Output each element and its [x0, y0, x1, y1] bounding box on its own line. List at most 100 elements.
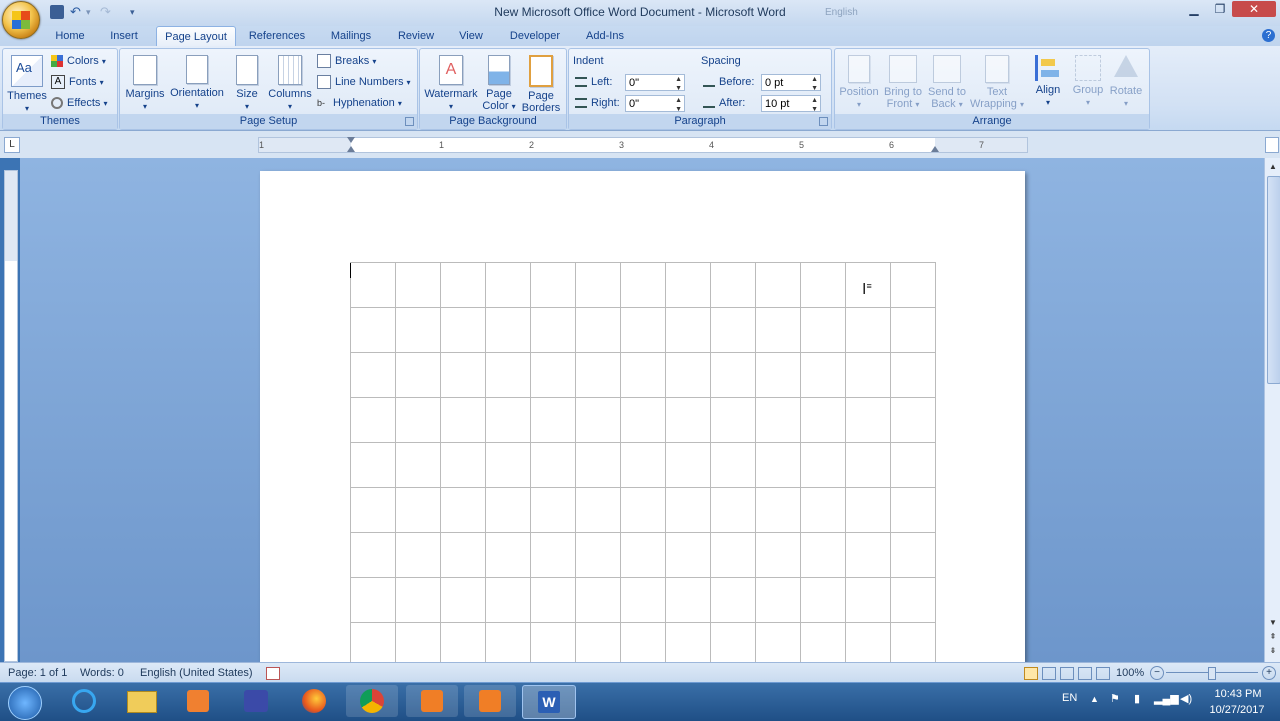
rotate-button[interactable]: Rotate ▾: [1107, 55, 1145, 110]
table-cell[interactable]: [665, 442, 711, 488]
table-cell[interactable]: [890, 577, 936, 623]
table-cell[interactable]: [575, 397, 621, 443]
align-button[interactable]: Align ▾: [1029, 55, 1067, 109]
table-cell[interactable]: [755, 622, 801, 662]
table-cell[interactable]: [755, 397, 801, 443]
table-cell[interactable]: [620, 352, 666, 398]
table-cell[interactable]: [620, 397, 666, 443]
office-button[interactable]: [2, 1, 40, 39]
document-table[interactable]: [350, 262, 936, 662]
table-cell[interactable]: [755, 487, 801, 533]
columns-button[interactable]: Columns ▾: [267, 55, 313, 113]
table-cell[interactable]: [620, 487, 666, 533]
network-icon[interactable]: ▂▄▆: [1154, 692, 1179, 705]
tab-insert[interactable]: Insert: [104, 26, 144, 46]
indent-right-input[interactable]: 0" ▲ ▼: [625, 95, 685, 113]
table-cell[interactable]: [440, 487, 486, 533]
table-cell[interactable]: [530, 352, 576, 398]
table-cell[interactable]: [620, 262, 666, 308]
redo-icon[interactable]: ↷: [100, 5, 130, 19]
table-cell[interactable]: [485, 442, 531, 488]
page-count-status[interactable]: Page: 1 of 1: [8, 663, 67, 683]
table-cell[interactable]: [665, 532, 711, 578]
vertical-ruler[interactable]: [4, 170, 18, 662]
table-cell[interactable]: [395, 307, 441, 353]
table-cell[interactable]: [440, 532, 486, 578]
taskbar-chrome[interactable]: [346, 685, 398, 717]
full-screen-reading-icon[interactable]: [1042, 667, 1056, 680]
page-color-button[interactable]: Page Color ▾: [480, 55, 518, 113]
table-cell[interactable]: [440, 352, 486, 398]
table-cell[interactable]: [665, 262, 711, 308]
table-cell[interactable]: [575, 307, 621, 353]
table-cell[interactable]: [800, 487, 846, 533]
table-cell[interactable]: [395, 532, 441, 578]
help-icon[interactable]: ?: [1262, 29, 1275, 42]
table-cell[interactable]: [755, 442, 801, 488]
tab-references[interactable]: References: [246, 26, 308, 46]
themes-button[interactable]: Aa Themes ▾: [7, 55, 47, 115]
table-cell[interactable]: [755, 577, 801, 623]
table-cell[interactable]: [395, 352, 441, 398]
table-cell[interactable]: [440, 262, 486, 308]
taskbar-vlc[interactable]: [406, 685, 458, 717]
view-ruler-icon[interactable]: [1265, 137, 1279, 153]
volume-icon[interactable]: ◀): [1180, 692, 1192, 705]
table-cell[interactable]: [890, 307, 936, 353]
table-cell[interactable]: [440, 442, 486, 488]
table-cell[interactable]: [890, 352, 936, 398]
table-cell[interactable]: [575, 442, 621, 488]
table-cell[interactable]: [800, 262, 846, 308]
table-cell[interactable]: [575, 487, 621, 533]
table-cell[interactable]: [845, 577, 891, 623]
table-cell[interactable]: [530, 307, 576, 353]
start-button-icon[interactable]: [8, 686, 42, 720]
table-cell[interactable]: [485, 622, 531, 662]
left-indent-marker[interactable]: [347, 146, 355, 152]
web-layout-icon[interactable]: [1060, 667, 1074, 680]
paragraph-launcher-icon[interactable]: [819, 117, 828, 126]
table-cell[interactable]: [485, 352, 531, 398]
table-cell[interactable]: [845, 307, 891, 353]
table-cell[interactable]: [710, 487, 756, 533]
page-setup-launcher-icon[interactable]: [405, 117, 414, 126]
indent-left-input[interactable]: 0" ▲ ▼: [625, 74, 685, 92]
table-cell[interactable]: [530, 397, 576, 443]
table-cell[interactable]: [530, 487, 576, 533]
table-cell[interactable]: [350, 622, 396, 662]
table-cell[interactable]: [890, 442, 936, 488]
table-cell[interactable]: [530, 577, 576, 623]
table-cell[interactable]: [710, 622, 756, 662]
table-cell[interactable]: [350, 307, 396, 353]
table-cell[interactable]: [710, 442, 756, 488]
hyphenation-button[interactable]: b- Hyphenation ▾: [317, 94, 402, 112]
table-cell[interactable]: [350, 532, 396, 578]
table-cell[interactable]: [530, 442, 576, 488]
table-cell[interactable]: [845, 622, 891, 662]
table-cell[interactable]: [620, 532, 666, 578]
table-cell[interactable]: [575, 262, 621, 308]
tab-mailings[interactable]: Mailings: [324, 26, 378, 46]
colors-button[interactable]: Colors ▾: [51, 52, 106, 70]
table-cell[interactable]: [395, 622, 441, 662]
word-count-status[interactable]: Words: 0: [80, 663, 124, 683]
table-cell[interactable]: [575, 532, 621, 578]
table-cell[interactable]: [845, 352, 891, 398]
table-cell[interactable]: [485, 307, 531, 353]
customize-qat-icon[interactable]: ▾: [130, 5, 144, 19]
tab-add-ins[interactable]: Add-Ins: [580, 26, 630, 46]
table-cell[interactable]: [575, 577, 621, 623]
table-cell[interactable]: [800, 532, 846, 578]
table-cell[interactable]: [350, 397, 396, 443]
table-cell[interactable]: [710, 262, 756, 308]
table-cell[interactable]: [665, 487, 711, 533]
tab-selector-icon[interactable]: L: [4, 137, 20, 153]
table-cell[interactable]: [755, 262, 801, 308]
draft-view-icon[interactable]: [1096, 667, 1110, 680]
margins-button[interactable]: Margins ▾: [123, 55, 167, 113]
table-cell[interactable]: [665, 622, 711, 662]
table-cell[interactable]: [665, 577, 711, 623]
table-cell[interactable]: [890, 262, 936, 308]
taskbar-media[interactable]: [172, 685, 224, 717]
vertical-scrollbar[interactable]: ▲ ▼ ⇞ ⇟: [1264, 158, 1280, 662]
